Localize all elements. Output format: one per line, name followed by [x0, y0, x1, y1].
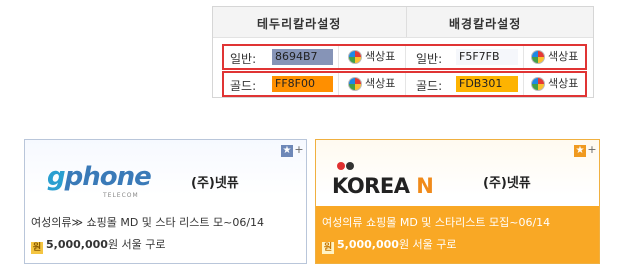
palette-icon — [531, 77, 545, 91]
normal-border-color-input[interactable]: 8694B7 — [272, 49, 333, 65]
won-icon: 원 — [322, 242, 334, 254]
gold-border-color-input[interactable]: FF8F00 — [272, 76, 333, 92]
salary-info: 원 5,000,000원 서울 구로 — [322, 236, 599, 254]
star-icon[interactable]: ★ — [574, 145, 586, 157]
row-separator — [338, 73, 339, 95]
logo-text: phone — [64, 162, 152, 192]
panel-header: 테두리칼라설정 배경칼라설정 — [213, 7, 593, 38]
background-color-header: 배경칼라설정 — [449, 17, 522, 31]
card-description: 여성의류 쇼핑몰 MD 및 스타리스트 모집~06/14 원 5,000,000원… — [316, 206, 599, 263]
gold-background-label: 골드: — [416, 79, 443, 93]
palette-label: 색상표 — [365, 50, 396, 63]
plus-icon[interactable]: + — [587, 144, 597, 156]
plus-icon[interactable]: + — [294, 144, 304, 156]
border-color-header: 테두리칼라설정 — [257, 17, 342, 31]
palette-label: 색상표 — [548, 77, 579, 90]
salary-location: 원 서울 구로 — [107, 238, 166, 251]
job-title[interactable]: 여성의류≫ 쇼핑몰 MD 및 스타 리스트 모~06/14 — [31, 214, 306, 230]
salary-info: 원 5,000,000원 서울 구로 — [31, 236, 306, 254]
logo-accent: N — [416, 174, 434, 198]
gold-border-palette-button[interactable]: 색상표 — [348, 76, 398, 92]
korean-logo: KOREA N — [332, 162, 434, 202]
gold-border-label: 골드: — [230, 79, 257, 93]
row-separator — [523, 73, 524, 95]
star-icon[interactable]: ★ — [281, 145, 293, 157]
gold-color-row: 골드: FF8F00 색상표 골드: FDB301 색상표 — [222, 71, 587, 97]
palette-icon — [348, 77, 362, 91]
color-settings-panel: 테두리칼라설정 배경칼라설정 일반: 8694B7 색상표 일반: F5F7FB… — [212, 6, 594, 98]
card-corner-actions: ★ + — [574, 142, 597, 157]
palette-label: 색상표 — [365, 77, 396, 90]
salary-location: 원 서울 구로 — [398, 238, 457, 251]
job-ad-card-gold[interactable]: ★ + KOREA N (주)넷퓨 여성의류 쇼핑몰 MD 및 스타리스트 모집~… — [315, 139, 600, 264]
company-name: (주)넷퓨 — [191, 176, 239, 191]
won-icon: 원 — [31, 242, 43, 254]
row-separator — [338, 46, 339, 68]
company-name: (주)넷퓨 — [483, 176, 531, 191]
normal-border-palette-button[interactable]: 색상표 — [348, 49, 398, 65]
normal-background-color-input[interactable]: F5F7FB — [456, 49, 518, 65]
gold-background-palette-button[interactable]: 색상표 — [531, 76, 581, 92]
logo-g-letter: g — [47, 162, 66, 192]
salary-amount: 5,000,000 — [46, 238, 108, 251]
logo-subtext: TELECOM — [103, 192, 139, 199]
row-separator — [405, 73, 406, 95]
header-divider — [406, 7, 407, 37]
card-corner-actions: ★ + — [281, 142, 304, 157]
palette-icon — [348, 50, 362, 64]
salary-amount: 5,000,000 — [337, 238, 399, 251]
logo-dots-icon — [337, 162, 357, 172]
palette-icon — [531, 50, 545, 64]
palette-label: 색상표 — [548, 50, 579, 63]
row-separator — [405, 46, 406, 68]
gphone-logo: gphone TELECOM — [47, 162, 157, 202]
gold-background-color-input[interactable]: FDB301 — [456, 76, 518, 92]
logo-text: KOREA — [332, 174, 410, 198]
normal-color-row: 일반: 8694B7 색상표 일반: F5F7FB 색상표 — [222, 44, 587, 70]
normal-background-palette-button[interactable]: 색상표 — [531, 49, 581, 65]
normal-border-label: 일반: — [230, 52, 257, 66]
card-description: 여성의류≫ 쇼핑몰 MD 및 스타 리스트 모~06/14 원 5,000,000… — [25, 206, 306, 263]
row-separator — [523, 46, 524, 68]
job-title[interactable]: 여성의류 쇼핑몰 MD 및 스타리스트 모집~06/14 — [322, 214, 599, 230]
normal-background-label: 일반: — [416, 52, 443, 66]
job-ad-card-normal[interactable]: ★ + gphone TELECOM (주)넷퓨 여성의류≫ 쇼핑몰 MD 및 스… — [24, 139, 307, 264]
